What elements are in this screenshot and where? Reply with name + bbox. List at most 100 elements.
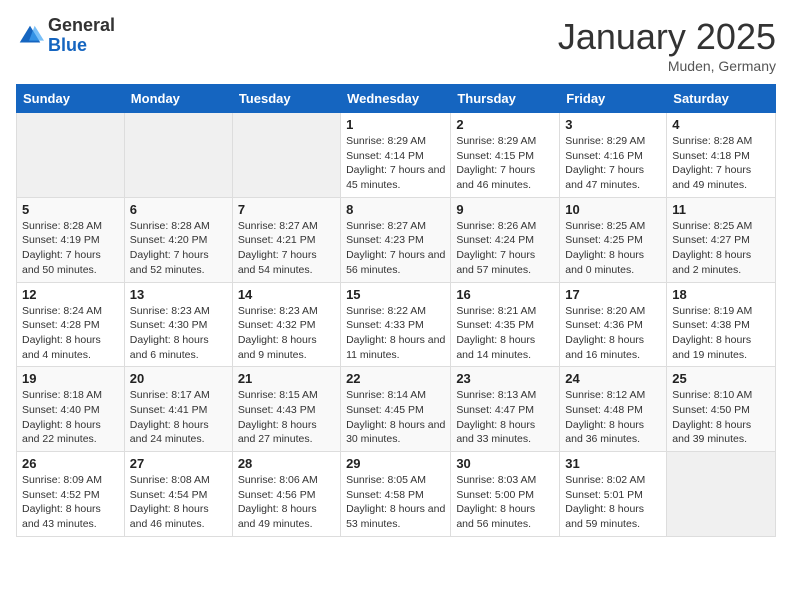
day-info: Sunrise: 8:27 AM Sunset: 4:21 PM Dayligh… xyxy=(238,219,335,278)
calendar-cell: 23Sunrise: 8:13 AM Sunset: 4:47 PM Dayli… xyxy=(451,367,560,452)
calendar-cell: 18 Sunrise: 8:19 AM Sunset: 4:38 PM Dayli… xyxy=(667,282,776,367)
day-info: Sunrise: 8:28 AM Sunset: 4:19 PM Dayligh… xyxy=(22,219,119,278)
day-info: Sunrise: 8:18 AM Sunset: 4:40 PM Dayligh… xyxy=(22,388,119,447)
day-info: Sunrise: 8:28 AM Sunset: 4:20 PM Dayligh… xyxy=(130,219,227,278)
day-number: 26 xyxy=(22,456,119,471)
day-info: Sunrise: 8:02 AM Sunset: 5:01 PM Dayligh… xyxy=(565,473,661,532)
day-info: Sunrise: 8:06 AM Sunset: 4:56 PM Dayligh… xyxy=(238,473,335,532)
calendar-cell: 6 Sunrise: 8:28 AM Sunset: 4:20 PM Daylig… xyxy=(124,197,232,282)
day-number: 25 xyxy=(672,371,770,386)
calendar-cell: 17 Sunrise: 8:20 AM Sunset: 4:36 PM Dayli… xyxy=(560,282,667,367)
calendar-cell: 12 Sunrise: 8:24 AM Sunset: 4:28 PM Dayli… xyxy=(17,282,125,367)
day-info: Sunrise: 8:08 AM Sunset: 4:54 PM Dayligh… xyxy=(130,473,227,532)
day-header-saturday: Saturday xyxy=(667,85,776,113)
day-info: Sunrise: 8:23 AM Sunset: 4:32 PM Dayligh… xyxy=(238,304,335,363)
day-number: 22 xyxy=(346,371,445,386)
calendar-cell xyxy=(667,452,776,537)
day-info: Sunrise: 8:12 AM Sunset: 4:48 PM Dayligh… xyxy=(565,388,661,447)
day-number: 18 xyxy=(672,287,770,302)
day-info: Sunrise: 8:25 AM Sunset: 4:27 PM Dayligh… xyxy=(672,219,770,278)
calendar-cell: 26 Sunrise: 8:09 AM Sunset: 4:52 PM Dayli… xyxy=(17,452,125,537)
day-number: 7 xyxy=(238,202,335,217)
logo-blue-text: Blue xyxy=(48,36,115,56)
day-info: Sunrise: 8:20 AM Sunset: 4:36 PM Dayligh… xyxy=(565,304,661,363)
day-info: Sunrise: 8:09 AM Sunset: 4:52 PM Dayligh… xyxy=(22,473,119,532)
day-number: 28 xyxy=(238,456,335,471)
day-number: 4 xyxy=(672,117,770,132)
calendar-cell xyxy=(124,113,232,198)
day-number: 16 xyxy=(456,287,554,302)
day-number: 14 xyxy=(238,287,335,302)
calendar-cell: 10 Sunrise: 8:25 AM Sunset: 4:25 PM Dayli… xyxy=(560,197,667,282)
day-info: Sunrise: 8:19 AM Sunset: 4:38 PM Dayligh… xyxy=(672,304,770,363)
day-info: Sunrise: 8:29 AM Sunset: 4:15 PM Dayligh… xyxy=(456,134,554,193)
day-header-thursday: Thursday xyxy=(451,85,560,113)
day-number: 21 xyxy=(238,371,335,386)
month-title: January 2025 xyxy=(558,16,776,58)
page-header: General Blue January 2025 Muden, Germany xyxy=(16,16,776,74)
logo-text: General Blue xyxy=(48,16,115,56)
calendar-cell: 14 Sunrise: 8:23 AM Sunset: 4:32 PM Dayli… xyxy=(232,282,340,367)
title-block: January 2025 Muden, Germany xyxy=(558,16,776,74)
day-number: 9 xyxy=(456,202,554,217)
calendar-cell xyxy=(232,113,340,198)
day-number: 15 xyxy=(346,287,445,302)
day-info: Sunrise: 8:21 AM Sunset: 4:35 PM Dayligh… xyxy=(456,304,554,363)
day-number: 8 xyxy=(346,202,445,217)
calendar-cell: 22Sunrise: 8:14 AM Sunset: 4:45 PM Dayli… xyxy=(341,367,451,452)
day-info: Sunrise: 8:15 AM Sunset: 4:43 PM Dayligh… xyxy=(238,388,335,447)
calendar-cell: 7 Sunrise: 8:27 AM Sunset: 4:21 PM Daylig… xyxy=(232,197,340,282)
day-number: 6 xyxy=(130,202,227,217)
day-info: Sunrise: 8:13 AM Sunset: 4:47 PM Dayligh… xyxy=(456,388,554,447)
day-header-tuesday: Tuesday xyxy=(232,85,340,113)
day-info: Sunrise: 8:29 AM Sunset: 4:14 PM Dayligh… xyxy=(346,134,445,193)
logo: General Blue xyxy=(16,16,115,56)
day-info: Sunrise: 8:26 AM Sunset: 4:24 PM Dayligh… xyxy=(456,219,554,278)
calendar-week-3: 12 Sunrise: 8:24 AM Sunset: 4:28 PM Dayli… xyxy=(17,282,776,367)
calendar-cell: 31 Sunrise: 8:02 AM Sunset: 5:01 PM Dayli… xyxy=(560,452,667,537)
day-header-sunday: Sunday xyxy=(17,85,125,113)
day-number: 24 xyxy=(565,371,661,386)
calendar-cell: 29Sunrise: 8:05 AM Sunset: 4:58 PM Dayli… xyxy=(341,452,451,537)
location: Muden, Germany xyxy=(558,58,776,74)
calendar-cell: 9 Sunrise: 8:26 AM Sunset: 4:24 PM Daylig… xyxy=(451,197,560,282)
day-info: Sunrise: 8:23 AM Sunset: 4:30 PM Dayligh… xyxy=(130,304,227,363)
calendar-cell: 24 Sunrise: 8:12 AM Sunset: 4:48 PM Dayli… xyxy=(560,367,667,452)
day-number: 3 xyxy=(565,117,661,132)
calendar-cell: 3 Sunrise: 8:29 AM Sunset: 4:16 PM Daylig… xyxy=(560,113,667,198)
calendar-cell: 15 Sunrise: 8:22 AM Sunset: 4:33 PM Dayli… xyxy=(341,282,451,367)
day-info: Sunrise: 8:29 AM Sunset: 4:16 PM Dayligh… xyxy=(565,134,661,193)
day-number: 31 xyxy=(565,456,661,471)
day-info: Sunrise: 8:03 AM Sunset: 5:00 PM Dayligh… xyxy=(456,473,554,532)
day-info: Sunrise: 8:28 AM Sunset: 4:18 PM Dayligh… xyxy=(672,134,770,193)
calendar-cell: 11Sunrise: 8:25 AM Sunset: 4:27 PM Dayli… xyxy=(667,197,776,282)
calendar-cell: 13Sunrise: 8:23 AM Sunset: 4:30 PM Dayli… xyxy=(124,282,232,367)
calendar-cell: 25Sunrise: 8:10 AM Sunset: 4:50 PM Dayli… xyxy=(667,367,776,452)
calendar-cell: 8 Sunrise: 8:27 AM Sunset: 4:23 PM Daylig… xyxy=(341,197,451,282)
day-number: 5 xyxy=(22,202,119,217)
calendar-cell: 21 Sunrise: 8:15 AM Sunset: 4:43 PM Dayli… xyxy=(232,367,340,452)
calendar-cell: 19 Sunrise: 8:18 AM Sunset: 4:40 PM Dayli… xyxy=(17,367,125,452)
day-number: 12 xyxy=(22,287,119,302)
logo-general-text: General xyxy=(48,16,115,36)
day-number: 2 xyxy=(456,117,554,132)
calendar-table: SundayMondayTuesdayWednesdayThursdayFrid… xyxy=(16,84,776,537)
day-info: Sunrise: 8:22 AM Sunset: 4:33 PM Dayligh… xyxy=(346,304,445,363)
logo-icon xyxy=(16,22,44,50)
day-number: 10 xyxy=(565,202,661,217)
calendar-cell: 2 Sunrise: 8:29 AM Sunset: 4:15 PM Daylig… xyxy=(451,113,560,198)
calendar-week-2: 5 Sunrise: 8:28 AM Sunset: 4:19 PM Daylig… xyxy=(17,197,776,282)
calendar-week-4: 19 Sunrise: 8:18 AM Sunset: 4:40 PM Dayli… xyxy=(17,367,776,452)
day-number: 19 xyxy=(22,371,119,386)
calendar-cell: 5 Sunrise: 8:28 AM Sunset: 4:19 PM Daylig… xyxy=(17,197,125,282)
day-info: Sunrise: 8:27 AM Sunset: 4:23 PM Dayligh… xyxy=(346,219,445,278)
calendar-cell xyxy=(17,113,125,198)
day-header-wednesday: Wednesday xyxy=(341,85,451,113)
day-info: Sunrise: 8:24 AM Sunset: 4:28 PM Dayligh… xyxy=(22,304,119,363)
day-header-monday: Monday xyxy=(124,85,232,113)
day-number: 17 xyxy=(565,287,661,302)
calendar-week-1: 1Sunrise: 8:29 AM Sunset: 4:14 PM Daylig… xyxy=(17,113,776,198)
day-number: 20 xyxy=(130,371,227,386)
day-header-friday: Friday xyxy=(560,85,667,113)
day-info: Sunrise: 8:25 AM Sunset: 4:25 PM Dayligh… xyxy=(565,219,661,278)
